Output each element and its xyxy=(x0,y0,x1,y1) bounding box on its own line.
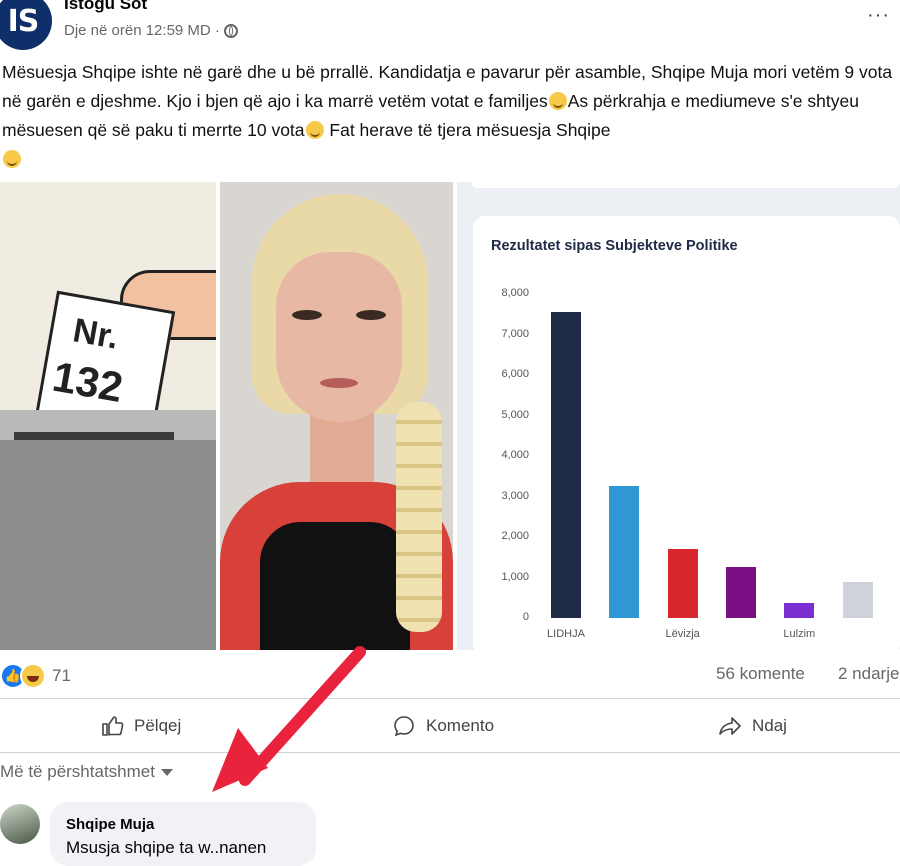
portrait-face xyxy=(276,252,402,422)
commenter-avatar[interactable] xyxy=(0,804,40,844)
comment-bubble: Shqipe Muja Msusja shqipe ta w..nanen xyxy=(50,802,316,866)
portrait-lips xyxy=(320,378,358,388)
arrow-head xyxy=(212,728,268,792)
logo-text: IS xyxy=(7,3,40,39)
post-text-part: Fat herave të tjera mësuesja Shqipe xyxy=(324,120,611,140)
y-tick-label: 7,000 xyxy=(501,327,529,340)
divider xyxy=(0,752,900,753)
reaction-count: 71 xyxy=(52,666,71,685)
y-tick-label: 3,000 xyxy=(501,489,529,502)
chevron-down-icon xyxy=(160,768,173,776)
haha-reaction-icon xyxy=(20,663,46,689)
globe-icon xyxy=(223,23,238,38)
x-tick-label: Lulzim xyxy=(783,628,816,640)
ballot-box xyxy=(0,440,216,650)
portrait-image[interactable] xyxy=(220,182,453,650)
y-tick-label: 1,000 xyxy=(501,570,529,583)
sort-label: Më të përshtatshmet xyxy=(0,762,155,781)
smiling-emoji-icon xyxy=(305,121,324,139)
portrait-neck xyxy=(310,412,374,492)
chart-bar[interactable] xyxy=(667,549,698,618)
portrait-top xyxy=(260,522,410,650)
chart-card: Rezultatet sipas Subjekteve Politike 8,0… xyxy=(473,216,900,650)
x-tick-label: LIDHJA xyxy=(547,628,585,640)
ballot-number-label: Nr. xyxy=(70,311,122,357)
chart-bar[interactable] xyxy=(842,582,873,618)
y-tick-label: 0 xyxy=(522,611,529,623)
comment-button[interactable]: Komento xyxy=(392,712,494,740)
comment-bubble-icon xyxy=(394,716,414,737)
chart-bar[interactable] xyxy=(784,602,815,618)
ballot-image[interactable]: Nr. 132 xyxy=(0,182,216,650)
chart-image[interactable]: Rezultatet sipas Subjekteve Politike 8,0… xyxy=(457,182,900,650)
y-tick-label: 6,000 xyxy=(501,368,529,380)
post-text: Mësuesja Shqipe ishte në garë dhe u bë p… xyxy=(2,58,900,174)
shares-count[interactable]: 2 ndarje xyxy=(838,664,899,684)
comment-label: Komento xyxy=(426,716,495,735)
chart-bar[interactable] xyxy=(726,566,756,618)
like-label: Pëlqej xyxy=(134,716,182,735)
comment-text: Msusja shqipe ta w..nanen xyxy=(66,838,267,857)
y-tick-label: 4,000 xyxy=(501,449,529,461)
more-options-icon[interactable]: ··· xyxy=(867,4,890,27)
portrait-eye xyxy=(292,310,322,320)
share-label: Ndaj xyxy=(752,716,787,735)
chart-top-strip xyxy=(471,182,900,188)
grinning-emoji-icon xyxy=(548,92,567,110)
comment-sort-dropdown[interactable]: Më të përshtatshmet xyxy=(0,762,173,782)
divider xyxy=(0,698,900,699)
page-logo[interactable]: IS xyxy=(0,0,52,50)
x-tick-label: Lëvizja xyxy=(665,628,700,640)
y-tick-label: 8,000 xyxy=(501,287,529,299)
surprised-emoji-icon xyxy=(3,150,21,168)
thumbs-up-icon xyxy=(102,716,124,736)
y-tick-label: 2,000 xyxy=(501,530,529,542)
page-name[interactable]: Istogu Sot xyxy=(64,0,147,14)
arrow-shaft xyxy=(239,646,366,786)
chart-title: Rezultatet sipas Subjekteve Politike xyxy=(491,238,738,254)
comment-author[interactable]: Shqipe Muja xyxy=(66,816,154,833)
like-button[interactable]: Pëlqej xyxy=(100,712,181,740)
post-header: IS Istogu Sot Dje në orën 12:59 MD · ··· xyxy=(0,0,900,52)
portrait-braid xyxy=(396,402,442,632)
reactions-summary[interactable]: 👍 71 xyxy=(0,662,71,690)
post-meta: Dje në orën 12:59 MD · xyxy=(64,22,238,39)
comments-count[interactable]: 56 komente xyxy=(716,664,805,684)
chart-bar[interactable] xyxy=(609,486,640,618)
ballot-number: 132 xyxy=(49,352,127,412)
share-button[interactable]: Ndaj xyxy=(718,712,787,740)
post-timestamp[interactable]: Dje në orën 12:59 MD · xyxy=(64,22,220,39)
portrait-eye xyxy=(356,310,386,320)
share-arrow-icon xyxy=(719,717,741,735)
chart-bar[interactable] xyxy=(551,312,581,618)
y-tick-label: 5,000 xyxy=(501,408,529,421)
